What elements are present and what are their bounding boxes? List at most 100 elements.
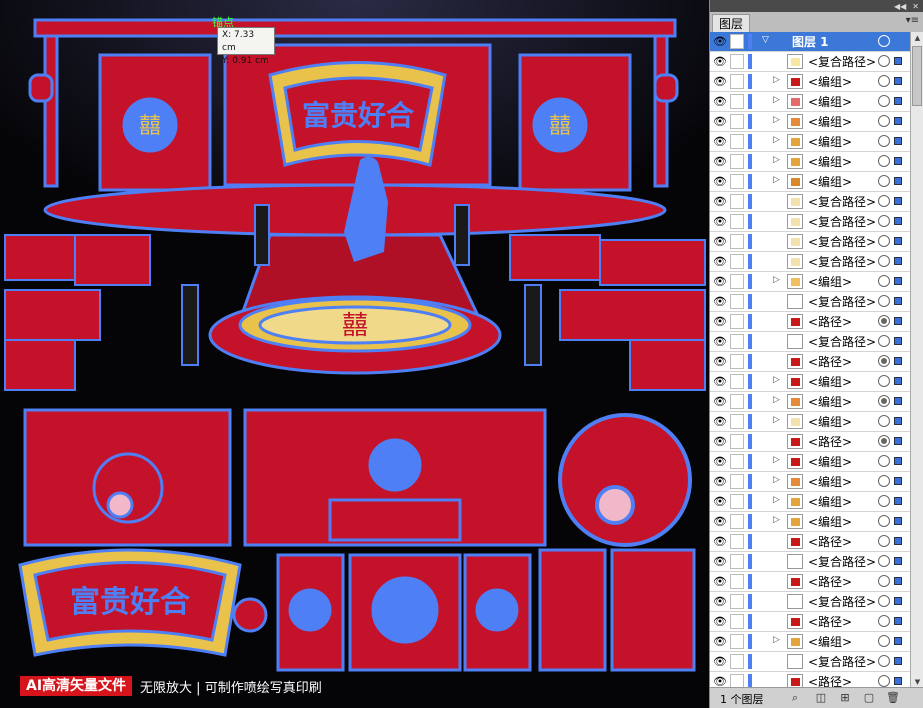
expand-arrow-icon[interactable]: ▷ [773,635,780,645]
visibility-eye-icon[interactable]: 👁 [713,395,727,409]
visibility-eye-icon[interactable]: 👁 [713,155,727,169]
lock-toggle[interactable] [730,214,744,229]
layer-name[interactable]: <路径> [808,574,852,590]
layer-name[interactable]: <编组> [808,114,852,130]
selection-indicator[interactable] [894,397,902,405]
layer-row[interactable]: 👁 <路径> [710,312,910,332]
visibility-eye-icon[interactable]: 👁 [713,375,727,389]
layer-name[interactable]: <复合路径> [808,334,876,350]
close-icon[interactable]: ✕ [912,2,919,11]
layer-row[interactable]: 👁 ▷ <编组> [710,92,910,112]
target-icon[interactable] [878,35,890,47]
expand-arrow-icon[interactable]: ▷ [773,275,780,285]
panel-menu-icon[interactable]: ▾≡ [906,15,919,26]
visibility-eye-icon[interactable]: 👁 [713,135,727,149]
lock-toggle[interactable] [730,294,744,309]
layer-name[interactable]: <复合路径> [808,654,876,670]
selection-indicator[interactable] [894,297,902,305]
visibility-eye-icon[interactable]: 👁 [713,75,727,89]
visibility-eye-icon[interactable]: 👁 [713,515,727,529]
layer-row[interactable]: 👁 ▷ <编组> [710,72,910,92]
selection-indicator[interactable] [894,477,902,485]
lock-toggle[interactable] [730,574,744,589]
layer-name[interactable]: <路径> [808,354,852,370]
lock-toggle[interactable] [730,54,744,69]
target-icon[interactable] [878,635,890,647]
lock-toggle[interactable] [730,674,744,688]
layer-row[interactable]: 👁 ▷ <编组> [710,372,910,392]
target-icon[interactable] [878,255,890,267]
target-icon[interactable] [878,455,890,467]
target-icon[interactable] [878,375,890,387]
layer-name[interactable]: <复合路径> [808,594,876,610]
lock-toggle[interactable] [730,254,744,269]
visibility-eye-icon[interactable]: 👁 [713,575,727,589]
visibility-eye-icon[interactable]: 👁 [713,595,727,609]
layer-row-top[interactable]: 👁 ▽ 图层 1 [710,32,910,52]
target-icon[interactable] [878,575,890,587]
selection-indicator[interactable] [894,517,902,525]
locate-object-icon[interactable]: ⌕ [788,691,802,704]
lock-toggle[interactable] [730,414,744,429]
target-icon[interactable] [878,135,890,147]
scroll-thumb[interactable] [912,46,922,106]
layer-row[interactable]: 👁 ▷ <编组> [710,132,910,152]
layer-row[interactable]: 👁 <复合路径> [710,232,910,252]
visibility-eye-icon[interactable]: 👁 [713,455,727,469]
visibility-eye-icon[interactable]: 👁 [713,555,727,569]
visibility-eye-icon[interactable]: 👁 [713,415,727,429]
expand-arrow-icon[interactable]: ▷ [773,175,780,185]
expand-arrow-icon[interactable]: ▷ [773,155,780,165]
layer-row[interactable]: 👁 ▷ <编组> [710,152,910,172]
layer-name[interactable]: <编组> [808,514,852,530]
visibility-eye-icon[interactable]: 👁 [713,255,727,269]
visibility-eye-icon[interactable]: 👁 [713,635,727,649]
layer-name[interactable]: <编组> [808,94,852,110]
layer-scrollbar[interactable]: ▲ ▼ [910,32,923,688]
layer-name[interactable]: <编组> [808,454,852,470]
lock-toggle[interactable] [730,274,744,289]
lock-toggle[interactable] [730,114,744,129]
layer-row[interactable]: 👁 <路径> [710,352,910,372]
lock-toggle[interactable] [730,34,744,49]
selection-indicator[interactable] [894,417,902,425]
visibility-eye-icon[interactable]: 👁 [713,55,727,69]
lock-toggle[interactable] [730,174,744,189]
layer-row[interactable]: 👁 ▷ <编组> [710,452,910,472]
selection-indicator[interactable] [894,317,902,325]
lock-toggle[interactable] [730,354,744,369]
lock-toggle[interactable] [730,334,744,349]
selection-indicator[interactable] [894,337,902,345]
lock-toggle[interactable] [730,74,744,89]
layer-name[interactable]: <复合路径> [808,554,876,570]
layer-row[interactable]: 👁 <复合路径> [710,292,910,312]
layer-row[interactable]: 👁 <路径> [710,432,910,452]
layer-row[interactable]: 👁 ▷ <编组> [710,472,910,492]
selection-indicator[interactable] [894,557,902,565]
visibility-eye-icon[interactable]: 👁 [713,215,727,229]
layer-row[interactable]: 👁 ▷ <编组> [710,512,910,532]
lock-toggle[interactable] [730,614,744,629]
visibility-eye-icon[interactable]: 👁 [713,355,727,369]
collapse-icon[interactable]: ◀◀ [894,2,906,11]
selection-indicator[interactable] [894,277,902,285]
expand-arrow-icon[interactable]: ▷ [773,135,780,145]
clipping-mask-icon[interactable]: ◫ [814,691,828,704]
layer-row[interactable]: 👁 ▷ <编组> [710,632,910,652]
target-icon[interactable] [878,415,890,427]
target-icon[interactable] [878,115,890,127]
lock-toggle[interactable] [730,374,744,389]
layer-name[interactable]: 图层 1 [792,34,829,50]
layer-name[interactable]: <复合路径> [808,214,876,230]
layer-row[interactable]: 👁 <复合路径> [710,552,910,572]
visibility-eye-icon[interactable]: 👁 [713,115,727,129]
visibility-eye-icon[interactable]: 👁 [713,535,727,549]
target-icon[interactable] [878,175,890,187]
layer-name[interactable]: <编组> [808,394,852,410]
layer-name[interactable]: <编组> [808,474,852,490]
layer-name[interactable]: <复合路径> [808,234,876,250]
selection-indicator[interactable] [894,137,902,145]
lock-toggle[interactable] [730,234,744,249]
lock-toggle[interactable] [730,554,744,569]
layer-name[interactable]: <路径> [808,674,852,688]
